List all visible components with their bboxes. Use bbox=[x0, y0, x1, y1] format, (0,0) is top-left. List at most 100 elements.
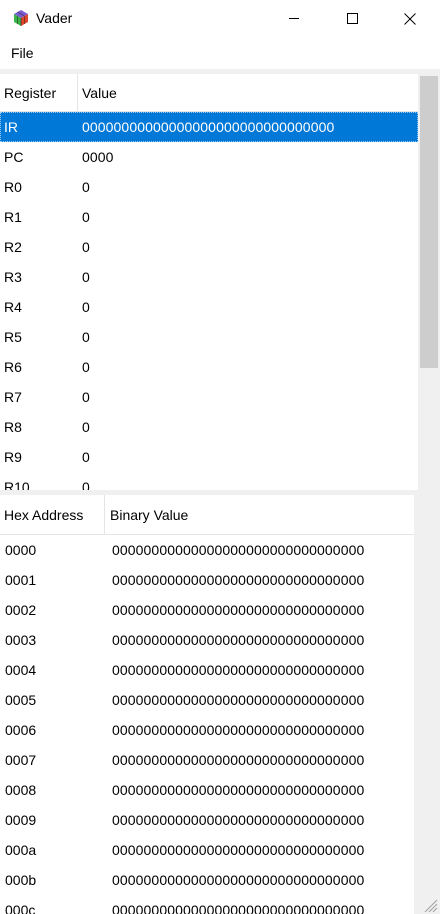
register-row[interactable]: R3 0 bbox=[0, 262, 418, 292]
column-header-register[interactable]: Register bbox=[4, 74, 56, 112]
register-value: 0 bbox=[82, 419, 90, 435]
resize-grip-icon[interactable] bbox=[420, 896, 438, 912]
register-scrollbar[interactable] bbox=[418, 74, 440, 490]
title-bar[interactable]: Vader bbox=[0, 0, 440, 37]
memory-binary-value: 00000000000000000000000000000000 bbox=[112, 632, 365, 648]
memory-address: 0006 bbox=[5, 722, 37, 738]
memory-address: 0003 bbox=[5, 632, 37, 648]
memory-row[interactable]: 0006 00000000000000000000000000000000 bbox=[0, 715, 414, 745]
memory-row[interactable]: 0004 00000000000000000000000000000000 bbox=[0, 655, 414, 685]
memory-row[interactable]: 0003 00000000000000000000000000000000 bbox=[0, 625, 414, 655]
memory-row[interactable]: 0005 00000000000000000000000000000000 bbox=[0, 685, 414, 715]
register-row[interactable]: R5 0 bbox=[0, 322, 418, 352]
memory-binary-value: 00000000000000000000000000000000 bbox=[112, 752, 365, 768]
column-divider[interactable] bbox=[77, 74, 78, 112]
register-name: PC bbox=[4, 149, 24, 165]
memory-row[interactable]: 0002 00000000000000000000000000000000 bbox=[0, 595, 414, 625]
memory-binary-value: 00000000000000000000000000000000 bbox=[112, 662, 365, 678]
register-name: R5 bbox=[4, 329, 22, 345]
memory-binary-value: 00000000000000000000000000000000 bbox=[112, 782, 365, 798]
register-name: R1 bbox=[4, 209, 22, 225]
memory-address: 0005 bbox=[5, 692, 37, 708]
close-icon bbox=[404, 12, 416, 25]
memory-address: 0007 bbox=[5, 752, 37, 768]
register-table[interactable]: Register Value IR 00000000000000000000000… bbox=[0, 74, 418, 490]
window-title: Vader bbox=[36, 10, 73, 26]
maximize-button[interactable] bbox=[323, 0, 381, 37]
register-name: R8 bbox=[4, 419, 22, 435]
memory-row[interactable]: 000b 00000000000000000000000000000000 bbox=[0, 865, 414, 895]
memory-binary-value: 00000000000000000000000000000000 bbox=[112, 602, 365, 618]
memory-binary-value: 00000000000000000000000000000000 bbox=[112, 842, 365, 858]
register-value: 0 bbox=[82, 449, 90, 465]
memory-row[interactable]: 000a 00000000000000000000000000000000 bbox=[0, 835, 414, 865]
register-value: 0 bbox=[82, 209, 90, 225]
minimize-button[interactable] bbox=[265, 0, 323, 37]
memory-row[interactable]: 0009 00000000000000000000000000000000 bbox=[0, 805, 414, 835]
register-name: R7 bbox=[4, 389, 22, 405]
register-value: 0 bbox=[82, 359, 90, 375]
memory-address: 0001 bbox=[5, 572, 37, 588]
register-value: 0 bbox=[82, 269, 90, 285]
memory-address: 0000 bbox=[5, 542, 37, 558]
register-name: R6 bbox=[4, 359, 22, 375]
memory-binary-value: 00000000000000000000000000000000 bbox=[112, 902, 365, 914]
maximize-icon bbox=[346, 13, 358, 24]
column-header-value[interactable]: Value bbox=[82, 74, 117, 112]
register-rows: IR 00000000000000000000000000000000 PC 0000… bbox=[0, 112, 418, 490]
register-row[interactable]: R2 0 bbox=[0, 232, 418, 262]
register-value: 0 bbox=[82, 299, 90, 315]
memory-address: 0008 bbox=[5, 782, 37, 798]
memory-scrollbar[interactable] bbox=[414, 495, 440, 914]
register-value: 0 bbox=[82, 239, 90, 255]
register-value: 0 bbox=[82, 479, 90, 490]
memory-row[interactable]: 0007 00000000000000000000000000000000 bbox=[0, 745, 414, 775]
register-row[interactable]: R1 0 bbox=[0, 202, 418, 232]
memory-row[interactable]: 0000 00000000000000000000000000000000 bbox=[0, 535, 414, 565]
memory-row[interactable]: 000c 00000000000000000000000000000000 bbox=[0, 895, 414, 914]
register-row[interactable]: R10 0 bbox=[0, 472, 418, 490]
memory-address: 0004 bbox=[5, 662, 37, 678]
column-header-binary-value[interactable]: Binary Value bbox=[110, 495, 188, 535]
memory-binary-value: 00000000000000000000000000000000 bbox=[112, 872, 365, 888]
memory-binary-value: 00000000000000000000000000000000 bbox=[112, 542, 365, 558]
register-value: 00000000000000000000000000000000 bbox=[82, 119, 335, 135]
memory-binary-value: 00000000000000000000000000000000 bbox=[112, 572, 365, 588]
register-value: 0 bbox=[82, 329, 90, 345]
minimize-icon bbox=[288, 18, 299, 19]
register-table-header: Register Value bbox=[0, 74, 418, 112]
memory-rows: 0000 00000000000000000000000000000000 0001… bbox=[0, 535, 414, 914]
memory-binary-value: 00000000000000000000000000000000 bbox=[112, 722, 365, 738]
register-name: R3 bbox=[4, 269, 22, 285]
memory-address: 000a bbox=[5, 842, 37, 858]
register-row[interactable]: R8 0 bbox=[0, 412, 418, 442]
memory-address: 0009 bbox=[5, 812, 37, 828]
register-scrollbar-thumb[interactable] bbox=[420, 76, 438, 368]
register-value: 0000 bbox=[82, 149, 114, 165]
memory-binary-value: 00000000000000000000000000000000 bbox=[112, 692, 365, 708]
register-row[interactable]: R4 0 bbox=[0, 292, 418, 322]
register-row[interactable]: R9 0 bbox=[0, 442, 418, 472]
close-button[interactable] bbox=[381, 0, 439, 37]
memory-address: 0002 bbox=[5, 602, 37, 618]
register-name: R9 bbox=[4, 449, 22, 465]
register-name: IR bbox=[4, 119, 18, 135]
memory-row[interactable]: 0001 00000000000000000000000000000000 bbox=[0, 565, 414, 595]
menu-item-file[interactable]: File bbox=[4, 41, 41, 65]
memory-binary-value: 00000000000000000000000000000000 bbox=[112, 812, 365, 828]
register-row[interactable]: R7 0 bbox=[0, 382, 418, 412]
register-name: R10 bbox=[4, 479, 30, 490]
memory-table[interactable]: Hex Address Binary Value 0000 00000000000… bbox=[0, 495, 414, 914]
register-row[interactable]: R6 0 bbox=[0, 352, 418, 382]
column-header-hex-address[interactable]: Hex Address bbox=[4, 495, 83, 535]
memory-row[interactable]: 0008 00000000000000000000000000000000 bbox=[0, 775, 414, 805]
column-divider[interactable] bbox=[104, 495, 105, 535]
register-row[interactable]: PC 0000 bbox=[0, 142, 418, 172]
register-row[interactable]: R0 0 bbox=[0, 172, 418, 202]
register-row[interactable]: IR 00000000000000000000000000000000 bbox=[0, 112, 418, 142]
memory-address: 000b bbox=[5, 872, 37, 888]
cube-app-icon bbox=[14, 10, 28, 26]
register-value: 0 bbox=[82, 389, 90, 405]
register-name: R4 bbox=[4, 299, 22, 315]
memory-table-header: Hex Address Binary Value bbox=[0, 495, 414, 535]
